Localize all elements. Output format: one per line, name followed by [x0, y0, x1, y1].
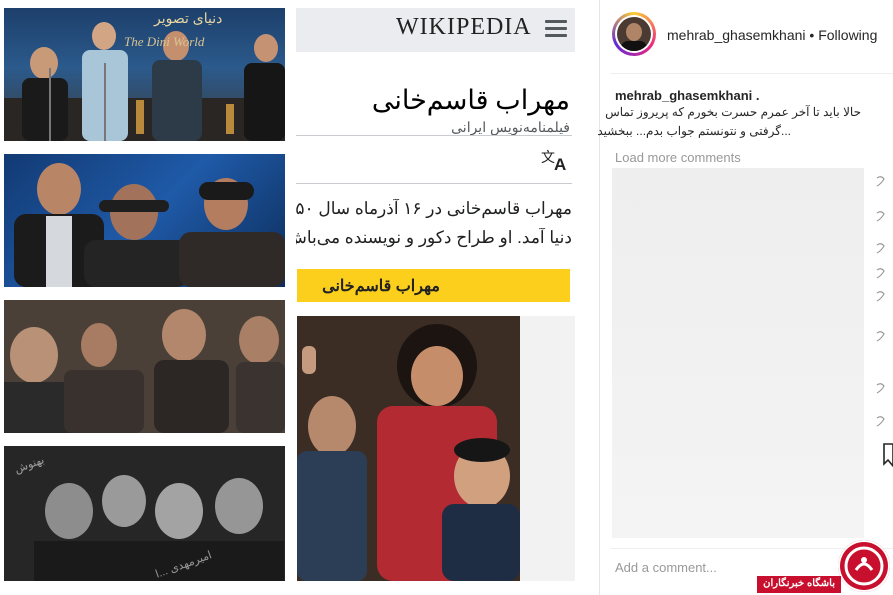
wiki-sidebar-strip: [520, 316, 575, 581]
photo-laughing-group: [297, 316, 520, 581]
post-header: mehrab_ghasemkhani • Following: [667, 27, 877, 43]
wikipedia-logo[interactable]: WIKIPEDIA: [396, 14, 532, 41]
wiki-divider-2: [296, 183, 572, 184]
caption-username[interactable]: mehrab_ghasemkhani .: [615, 88, 760, 103]
wiki-article-title: مهراب قاسم‌خانی: [371, 85, 570, 115]
photo-award-ceremony: دنیای تصویر The Dini World: [4, 8, 285, 141]
photo-three-men: [4, 154, 285, 287]
photo-bw-film-still: بهنوش امیرمهدی ...ا: [4, 446, 285, 581]
translate-icon[interactable]: 文 A: [541, 148, 571, 172]
hamburger-menu-icon[interactable]: [545, 20, 567, 41]
comment-like-icons[interactable]: [874, 175, 888, 435]
brand-logo-circle: [838, 540, 890, 592]
bookmark-icon[interactable]: [882, 442, 893, 468]
wiki-article-subtitle: فیلمنامه‌نویس ایرانی: [451, 119, 570, 135]
photo-laughing-group-figures: [297, 316, 520, 581]
blurred-comments-area: [612, 168, 864, 538]
brand-logo-mark: [844, 546, 884, 586]
load-more-comments-button[interactable]: Load more comments: [615, 150, 741, 165]
banner-text: دنیای تصویر: [154, 10, 223, 26]
svg-text:A: A: [554, 155, 566, 172]
photo-crowd-scene-figures: [4, 300, 285, 433]
following-button[interactable]: Following: [818, 27, 877, 43]
avatar[interactable]: [612, 12, 656, 56]
post-username[interactable]: mehrab_ghasemkhani: [667, 27, 806, 43]
wikipedia-header: WIKIPEDIA: [296, 8, 575, 52]
photo-three-men-figures: [14, 163, 285, 287]
brand-name: باشگاه خبرنگاران: [763, 578, 835, 589]
instagram-post-panel: mehrab_ghasemkhani • Following mehrab_gh…: [597, 0, 893, 595]
photo-award-ceremony-figures: [4, 22, 285, 141]
photo-bw-film-still-figures: [4, 446, 285, 581]
banner-subtext: The Dini World: [124, 34, 205, 49]
svg-text:文: 文: [541, 149, 555, 165]
add-comment-input[interactable]: Add a comment...: [615, 560, 717, 575]
follow-separator: •: [809, 27, 815, 43]
wiki-body-line-1: مهراب قاسم‌خانی در ۱۶ آذرماه سال ۵۰: [296, 199, 572, 218]
header-divider: [610, 73, 893, 74]
photo-crowd-scene: [4, 300, 285, 433]
brand-name-bar: باشگاه خبرنگاران: [757, 576, 841, 593]
wiki-highlight-bar-label: مهراب قاسم‌خانی: [322, 278, 440, 295]
caption-line-2: ...گرفتی و نتونستم جواب بدم... ببخشید: [597, 124, 791, 138]
caption-line-1: حالا باید تا آخر عمرم حسرت بخورم که پریر…: [605, 105, 861, 119]
wiki-highlight-bar: مهراب قاسم‌خانی: [297, 269, 570, 302]
wiki-body-line-2: دنیا آمد. او طراح دکور و نویسنده می‌باش: [296, 228, 572, 247]
wiki-divider: [296, 135, 572, 136]
